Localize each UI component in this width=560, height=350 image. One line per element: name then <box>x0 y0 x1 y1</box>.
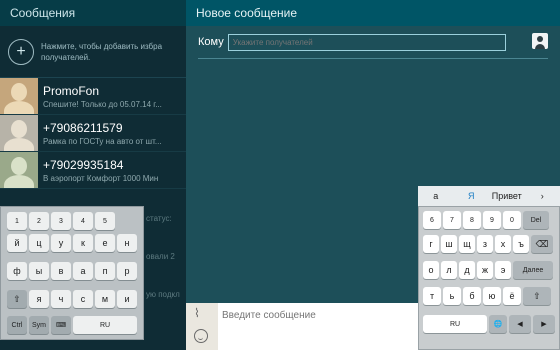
keyboard-settings-icon[interactable]: ⌨ <box>51 316 71 334</box>
key[interactable]: о <box>423 261 439 279</box>
avatar <box>0 115 38 151</box>
key[interactable]: ч <box>51 290 71 308</box>
key[interactable]: л <box>441 261 457 279</box>
arrow-right-icon[interactable]: ▶ <box>533 315 555 333</box>
conversation-item[interactable]: PromoFon Спешите! Только до 05.07.14 г..… <box>0 78 186 115</box>
message-input[interactable] <box>222 310 412 321</box>
split-keyboard-right[interactable]: 6 7 8 9 0 Del г ш щ з х ъ ⌫ о л д ж э Да… <box>418 206 560 350</box>
add-favorite-hint: Нажмите, чтобы добавить избра получателе… <box>41 41 163 62</box>
suggestion[interactable]: Привет <box>489 191 525 201</box>
key[interactable]: 3 <box>51 212 71 230</box>
add-icon: + <box>8 38 34 65</box>
ctrl-key[interactable]: Ctrl <box>7 316 27 334</box>
key[interactable]: 7 <box>443 211 461 229</box>
conversation-snippet: В аэропорт Комфорт 1000 Мин <box>43 173 159 183</box>
key[interactable]: 0 <box>503 211 521 229</box>
key[interactable]: ю <box>483 287 501 305</box>
hidden-snippet: овали 2 <box>146 252 175 261</box>
avatar <box>0 78 38 114</box>
key[interactable]: с <box>73 290 93 308</box>
key[interactable]: 4 <box>73 212 93 230</box>
conversation-name: +79086211579 <box>43 120 123 135</box>
key[interactable]: р <box>117 262 137 280</box>
backspace-icon[interactable]: ⌫ <box>531 235 553 253</box>
key[interactable]: д <box>459 261 475 279</box>
key[interactable]: е <box>95 234 115 252</box>
divider <box>198 58 548 59</box>
key[interactable]: ш <box>441 235 457 253</box>
space-key[interactable]: RU <box>73 316 137 334</box>
add-favorite-recipients[interactable]: + Нажмите, чтобы добавить избра получате… <box>0 26 186 78</box>
conversation-name: +79029935184 <box>43 157 124 172</box>
key[interactable]: а <box>73 262 93 280</box>
shift-key[interactable]: ⇧ <box>523 287 551 305</box>
key[interactable]: ъ <box>513 235 529 253</box>
key[interactable]: ё <box>503 287 521 305</box>
key[interactable]: 9 <box>483 211 501 229</box>
key[interactable]: 6 <box>423 211 441 229</box>
key[interactable]: б <box>463 287 481 305</box>
compose-tools: ⌇ <box>186 303 218 350</box>
conversation-item[interactable]: +79086211579 Рамка по ГОСТу на авто от ш… <box>0 115 186 152</box>
key[interactable]: ж <box>477 261 493 279</box>
key[interactable]: 8 <box>463 211 481 229</box>
key[interactable]: г <box>423 235 439 253</box>
attach-icon[interactable]: ⌇ <box>194 306 200 320</box>
key[interactable]: 5 <box>95 212 115 230</box>
arrow-left-icon[interactable]: ◀ <box>509 315 531 333</box>
avatar <box>0 152 38 188</box>
key[interactable]: з <box>477 235 493 253</box>
key[interactable]: ь <box>443 287 461 305</box>
key[interactable]: ы <box>29 262 49 280</box>
key[interactable]: я <box>29 290 49 308</box>
recipient-input[interactable] <box>227 33 506 51</box>
conversation-item[interactable]: +79029935184 В аэропорт Комфорт 1000 Мин <box>0 152 186 189</box>
key[interactable]: в <box>51 262 71 280</box>
key[interactable]: п <box>95 262 115 280</box>
key[interactable]: н <box>117 234 137 252</box>
key[interactable]: ц <box>29 234 49 252</box>
conversation-list-title: Сообщения <box>0 0 186 26</box>
hidden-snippet: ую подкл <box>146 290 180 299</box>
key[interactable]: 1 <box>7 212 27 230</box>
message-box <box>218 303 418 350</box>
space-key[interactable]: RU <box>423 315 487 333</box>
globe-icon[interactable]: 🌐 <box>489 315 507 333</box>
key[interactable]: х <box>495 235 511 253</box>
sym-key[interactable]: Sym <box>29 316 49 334</box>
new-message-title: Новое сообщение <box>186 0 560 26</box>
floating-keyboard[interactable]: 1 2 3 4 5 й ц у к е н ф ы в а п р ⇧ я ч … <box>0 206 144 340</box>
key[interactable]: у <box>51 234 71 252</box>
key[interactable]: ф <box>7 262 27 280</box>
shift-key[interactable]: ⇧ <box>7 290 27 308</box>
contacts-icon[interactable] <box>532 33 548 49</box>
suggestion[interactable]: а <box>418 191 454 201</box>
suggestion-bar: а Я Привет › <box>418 186 560 206</box>
hidden-snippet: статус: <box>146 214 172 223</box>
key[interactable]: т <box>423 287 441 305</box>
conversation-snippet: Рамка по ГОСТу на авто от шт... <box>43 136 162 146</box>
key[interactable]: 2 <box>29 212 49 230</box>
conversation-name: PromoFon <box>43 83 100 98</box>
suggestion[interactable]: Я <box>454 191 490 201</box>
key[interactable]: щ <box>459 235 475 253</box>
key[interactable]: к <box>73 234 93 252</box>
delete-key[interactable]: Del <box>523 211 549 229</box>
conversation-snippet: Спешите! Только до 05.07.14 г... <box>43 99 162 109</box>
key[interactable]: э <box>495 261 511 279</box>
to-label: Кому <box>198 36 224 48</box>
recipient-row: Кому <box>198 31 548 53</box>
key[interactable]: и <box>117 290 137 308</box>
next-key[interactable]: Далее <box>513 261 553 279</box>
emoji-icon[interactable] <box>194 329 208 343</box>
key[interactable]: м <box>95 290 115 308</box>
chevron-right-icon[interactable]: › <box>525 191 560 201</box>
key[interactable]: й <box>7 234 27 252</box>
